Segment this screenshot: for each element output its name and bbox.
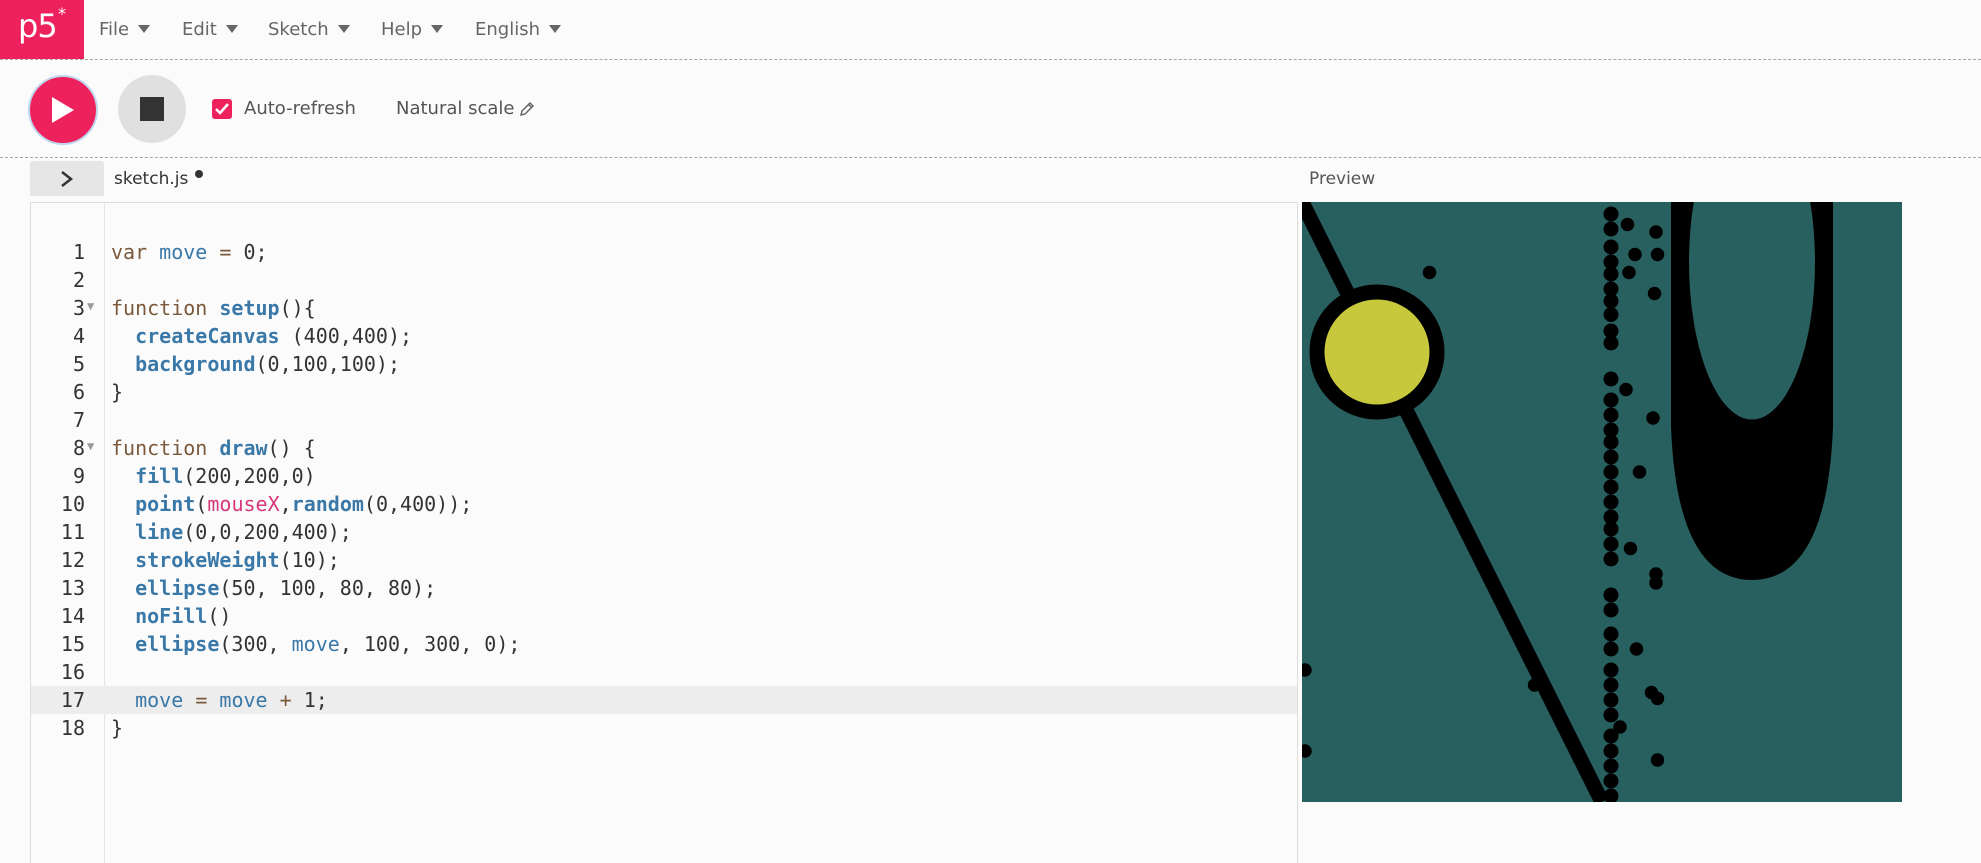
fold-triangle-icon[interactable]: ▼ <box>87 434 94 458</box>
code-line[interactable]: 6} <box>31 378 1297 406</box>
line-number: 3 <box>72 296 85 320</box>
play-icon <box>52 97 74 123</box>
menu-language-label: English <box>475 19 540 40</box>
code-line[interactable]: 15 ellipse(300, move, 100, 300, 0); <box>31 630 1297 658</box>
line-number: 2 <box>72 268 85 292</box>
line-number: 4 <box>72 324 85 348</box>
code-line-active[interactable]: 17 move = move + 1; <box>31 686 1297 714</box>
menu-help[interactable]: Help <box>381 17 444 43</box>
code-editor[interactable]: 1 var move = 0; 2 3 ▼ function setup(){ 4 c… <box>30 202 1298 863</box>
code-line[interactable]: 12 strokeWeight(10); <box>31 546 1297 574</box>
code-text: move = move + 1; <box>135 688 328 712</box>
line-number: 16 <box>60 660 85 684</box>
code-text: line(0,0,200,400); <box>135 520 352 544</box>
code-text: noFill() <box>135 604 232 628</box>
unsaved-indicator-icon <box>195 170 203 178</box>
code-text: background(0,100,100); <box>135 352 401 376</box>
top-nav: p5 * File Edit Sketch Help English <box>0 0 1981 60</box>
code-line[interactable]: 2 <box>31 266 1297 294</box>
fold-triangle-icon[interactable]: ▼ <box>87 294 94 318</box>
code-line[interactable]: 5 background(0,100,100); <box>31 350 1297 378</box>
pencil-icon[interactable] <box>519 101 535 117</box>
code-text: ellipse(50, 100, 80, 80); <box>135 576 437 600</box>
code-line[interactable]: 8 ▼ function draw() { <box>31 434 1297 462</box>
chevron-down-icon <box>138 25 151 33</box>
menu-sketch[interactable]: Sketch <box>268 17 350 43</box>
code-line[interactable]: 4 createCanvas (400,400); <box>31 322 1297 350</box>
menu-file-label: File <box>99 19 130 40</box>
line-number: 1 <box>72 240 85 264</box>
code-text: strokeWeight(10); <box>135 548 340 572</box>
line-number: 9 <box>72 464 85 488</box>
menu-sketch-label: Sketch <box>268 19 329 40</box>
auto-refresh-checkbox[interactable] <box>212 99 232 119</box>
code-line[interactable]: 11 line(0,0,200,400); <box>31 518 1297 546</box>
preview-title: Preview <box>1309 169 1376 189</box>
p5-logo[interactable]: p5 * <box>0 0 84 59</box>
logo-text: p5 <box>18 7 58 45</box>
yellow-ellipse <box>1309 284 1445 420</box>
auto-refresh-label[interactable]: Auto-refresh <box>244 96 356 122</box>
code-text: point(mouseX,random(0,400)); <box>135 492 473 516</box>
code-text: } <box>111 380 124 404</box>
line-number: 8 <box>72 436 85 460</box>
code-line[interactable]: 3 ▼ function setup(){ <box>31 294 1297 322</box>
code-text: createCanvas (400,400); <box>135 324 413 348</box>
logo-asterisk: * <box>58 4 66 23</box>
menu-file[interactable]: File <box>99 17 151 43</box>
code-line[interactable]: 1 var move = 0; <box>31 238 1297 266</box>
code-line[interactable]: 10 point(mouseX,random(0,400)); <box>31 490 1297 518</box>
menu-edit-label: Edit <box>182 19 217 40</box>
line-number: 10 <box>60 492 85 516</box>
code-line[interactable]: 14 noFill() <box>31 602 1297 630</box>
code-line[interactable]: 9 fill(200,200,0) <box>31 462 1297 490</box>
checkmark-icon <box>215 103 229 115</box>
code-line[interactable]: 7 <box>31 406 1297 434</box>
stop-icon <box>140 97 164 121</box>
line-number: 18 <box>60 716 85 740</box>
chevron-down-icon <box>431 25 444 33</box>
code-line[interactable]: 13 ellipse(50, 100, 80, 80); <box>31 574 1297 602</box>
chevron-down-icon <box>225 25 238 33</box>
menu-edit[interactable]: Edit <box>182 17 238 43</box>
play-button[interactable] <box>28 75 98 145</box>
code-text: function draw() { <box>111 436 316 460</box>
preview-canvas[interactable] <box>1302 202 1902 802</box>
line-number: 13 <box>60 576 85 600</box>
code-text: ellipse(300, move, 100, 300, 0); <box>135 632 521 656</box>
menu-language[interactable]: English <box>475 17 561 43</box>
stop-button[interactable] <box>118 75 186 143</box>
line-number: 14 <box>60 604 85 628</box>
sketch-name[interactable]: Natural scale <box>396 96 515 122</box>
line-number: 11 <box>60 520 85 544</box>
code-text: function setup(){ <box>111 296 316 320</box>
file-tab[interactable]: sketch.js <box>114 167 188 191</box>
code-text: fill(200,200,0) <box>135 464 316 488</box>
line-number: 15 <box>60 632 85 656</box>
code-line[interactable]: 16 <box>31 658 1297 686</box>
chevron-right-icon <box>61 171 74 187</box>
code-text: } <box>111 716 124 740</box>
line-number: 12 <box>60 548 85 572</box>
chevron-down-icon <box>549 25 561 33</box>
code-text: var move = 0; <box>111 240 268 264</box>
line-number: 17 <box>60 688 85 712</box>
sidebar-toggle-button[interactable] <box>30 161 104 196</box>
line-number: 6 <box>72 380 85 404</box>
line-number: 7 <box>72 408 85 432</box>
toolbar: Auto-refresh Natural scale <box>0 60 1981 158</box>
chevron-down-icon <box>337 25 350 33</box>
line-number: 5 <box>72 352 85 376</box>
menu-help-label: Help <box>381 19 423 40</box>
code-line[interactable]: 18} <box>31 714 1297 742</box>
